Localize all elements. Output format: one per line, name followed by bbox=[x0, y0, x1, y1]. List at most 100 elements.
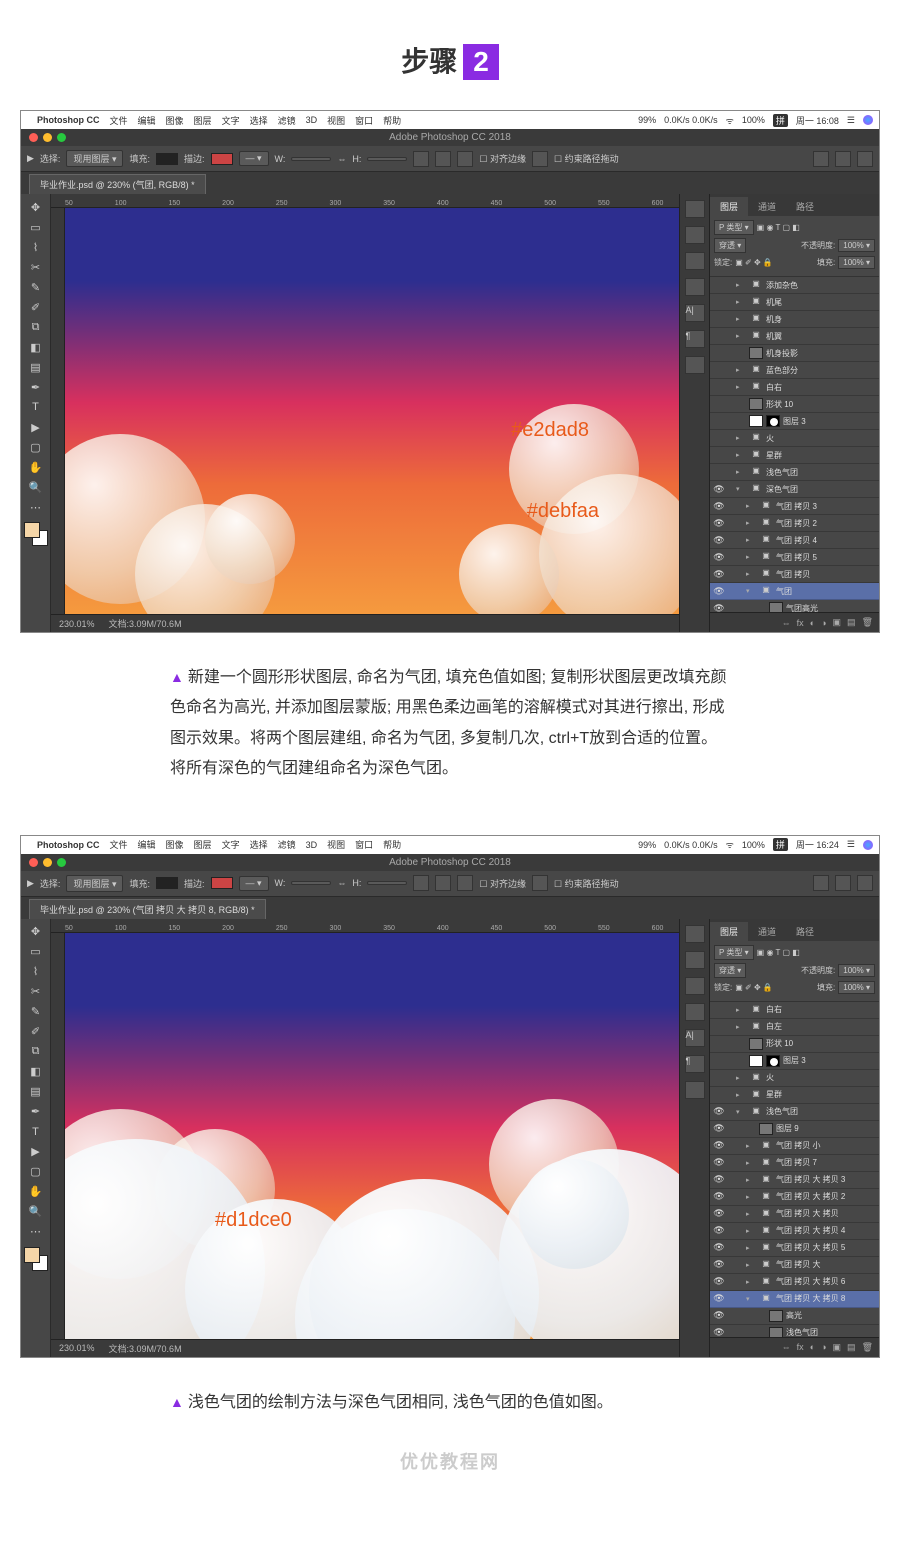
visibility-toggle[interactable]: 👁 bbox=[712, 365, 726, 376]
visibility-toggle[interactable]: 👁 bbox=[712, 1208, 726, 1219]
pathops-icon[interactable] bbox=[413, 875, 429, 891]
visibility-toggle[interactable]: 👁 bbox=[712, 1225, 726, 1236]
select-dropdown[interactable]: 现用图层 ▾ bbox=[66, 150, 123, 167]
layer-row[interactable]: 👁机身投影 bbox=[710, 345, 879, 362]
width-input[interactable] bbox=[291, 157, 331, 161]
disclosure-icon[interactable]: ▾ bbox=[736, 485, 746, 493]
brush-tool[interactable]: ✐ bbox=[25, 298, 47, 316]
layer-row[interactable]: 👁▸▣气团 拷贝 大 拷贝 5 bbox=[710, 1240, 879, 1257]
maximize-button[interactable] bbox=[57, 133, 66, 142]
search-icon[interactable]: ☰ bbox=[847, 839, 855, 850]
layer-row[interactable]: 👁▸▣机身 bbox=[710, 311, 879, 328]
layer-row[interactable]: 👁形状 10 bbox=[710, 396, 879, 413]
type-tool[interactable]: T bbox=[25, 398, 47, 416]
group-icon[interactable]: ▣ bbox=[833, 617, 842, 628]
disclosure-icon[interactable]: ▸ bbox=[746, 1278, 756, 1286]
constrain-checkbox[interactable]: ☐ 约束路径拖动 bbox=[554, 152, 619, 165]
minimize-button[interactable] bbox=[43, 133, 52, 142]
layer-row[interactable]: 👁▸▣白右 bbox=[710, 379, 879, 396]
disclosure-icon[interactable]: ▸ bbox=[736, 298, 746, 306]
swatches-icon[interactable] bbox=[685, 252, 705, 270]
visibility-toggle[interactable]: 👁 bbox=[712, 1157, 726, 1168]
pathops-icon[interactable] bbox=[413, 151, 429, 167]
stroke-width[interactable]: — ▾ bbox=[239, 876, 269, 891]
disclosure-icon[interactable]: ▸ bbox=[746, 1193, 756, 1201]
libraries-icon[interactable] bbox=[685, 356, 705, 374]
layer-row[interactable]: 👁▾▣气团 拷贝 大 拷贝 8 bbox=[710, 1291, 879, 1308]
disclosure-icon[interactable]: ▸ bbox=[746, 553, 756, 561]
eyedropper-tool[interactable]: ✎ bbox=[25, 278, 47, 296]
more-tools[interactable]: ⋯ bbox=[25, 1223, 47, 1241]
layer-row[interactable]: 👁▸▣气团 拷贝 大 bbox=[710, 1257, 879, 1274]
eraser-tool[interactable]: ◧ bbox=[25, 1063, 47, 1081]
disclosure-icon[interactable]: ▸ bbox=[736, 332, 746, 340]
siri-icon[interactable] bbox=[863, 840, 873, 850]
layer-row[interactable]: 👁▸▣蓝色部分 bbox=[710, 362, 879, 379]
trash-icon[interactable]: 🗑 bbox=[862, 617, 873, 628]
visibility-toggle[interactable]: 👁 bbox=[712, 552, 726, 563]
libraries-icon[interactable] bbox=[685, 1081, 705, 1099]
filter-icons[interactable]: ▣ ◉ T ▢ ◧ bbox=[757, 223, 800, 232]
layer-row[interactable]: 👁图层 9 bbox=[710, 1121, 879, 1138]
visibility-toggle[interactable]: 👁 bbox=[712, 1174, 726, 1185]
menu-3d[interactable]: 3D bbox=[306, 115, 318, 125]
visibility-toggle[interactable]: 👁 bbox=[712, 1072, 726, 1083]
layer-row[interactable]: 👁▸▣气团 拷贝 bbox=[710, 566, 879, 583]
visibility-toggle[interactable]: 👁 bbox=[712, 382, 726, 393]
new-layer-icon[interactable]: ▤ bbox=[847, 617, 856, 628]
visibility-toggle[interactable]: 👁 bbox=[712, 280, 726, 291]
fx-icon[interactable]: fx bbox=[797, 618, 804, 628]
height-input[interactable] bbox=[367, 157, 407, 161]
layer-row[interactable]: 👁▸▣火 bbox=[710, 430, 879, 447]
fill-swatch[interactable] bbox=[156, 877, 178, 889]
disclosure-icon[interactable]: ▾ bbox=[736, 1108, 746, 1116]
layer-row[interactable]: 👁浅色气团 bbox=[710, 1325, 879, 1337]
history-icon[interactable] bbox=[685, 925, 705, 943]
brush-tool[interactable]: ✐ bbox=[25, 1023, 47, 1041]
disclosure-icon[interactable]: ▾ bbox=[746, 1295, 756, 1303]
menu-select[interactable]: 选择 bbox=[250, 114, 268, 127]
gradient-tool[interactable]: ▤ bbox=[25, 358, 47, 376]
ime-badge[interactable]: 拼 bbox=[773, 838, 788, 851]
arrange-icon[interactable] bbox=[457, 151, 473, 167]
disclosure-icon[interactable]: ▸ bbox=[746, 1159, 756, 1167]
layer-row[interactable]: 👁▸▣气团 拷贝 2 bbox=[710, 515, 879, 532]
tab-channels[interactable]: 通道 bbox=[748, 197, 786, 216]
visibility-toggle[interactable]: 👁 bbox=[712, 1276, 726, 1287]
visibility-toggle[interactable]: 👁 bbox=[712, 1106, 726, 1117]
visibility-toggle[interactable]: 👁 bbox=[712, 518, 726, 529]
menu-edit[interactable]: 编辑 bbox=[138, 838, 156, 851]
layer-row[interactable]: 👁▸▣机翼 bbox=[710, 328, 879, 345]
minimize-button[interactable] bbox=[43, 858, 52, 867]
lock-icons[interactable]: ▣ ✐ ✥ 🔒 bbox=[735, 983, 773, 992]
constrain-checkbox[interactable]: ☐ 约束路径拖动 bbox=[554, 877, 619, 890]
menu-window[interactable]: 窗口 bbox=[355, 114, 373, 127]
adjustment-icon[interactable]: ◑ bbox=[821, 1342, 826, 1352]
visibility-toggle[interactable]: 👁 bbox=[712, 1123, 726, 1134]
menu-image[interactable]: 图像 bbox=[166, 114, 184, 127]
layer-row[interactable]: 👁▸▣白左 bbox=[710, 1019, 879, 1036]
mask-icon[interactable]: ◐ bbox=[810, 618, 815, 628]
disclosure-icon[interactable]: ▸ bbox=[746, 536, 756, 544]
layer-row[interactable]: 👁▸▣白右 bbox=[710, 1002, 879, 1019]
gradient-tool[interactable]: ▤ bbox=[25, 1083, 47, 1101]
layer-list[interactable]: 👁▸▣添加杂色👁▸▣机尾👁▸▣机身👁▸▣机翼👁机身投影👁▸▣蓝色部分👁▸▣白右👁… bbox=[710, 277, 879, 612]
disclosure-icon[interactable]: ▸ bbox=[746, 502, 756, 510]
visibility-toggle[interactable]: 👁 bbox=[712, 603, 726, 613]
disclosure-icon[interactable]: ▸ bbox=[736, 383, 746, 391]
menu-view[interactable]: 视图 bbox=[327, 838, 345, 851]
pen-tool[interactable]: ✒ bbox=[25, 378, 47, 396]
wifi-icon[interactable]: ᯤ bbox=[726, 114, 734, 127]
color-swatches[interactable] bbox=[24, 522, 48, 546]
opacity-value[interactable]: 100% ▾ bbox=[838, 964, 875, 977]
horizontal-ruler[interactable]: 50100150200250300350400450500550600 bbox=[51, 919, 679, 933]
visibility-toggle[interactable]: 👁 bbox=[712, 433, 726, 444]
menu-layer[interactable]: 图层 bbox=[194, 114, 212, 127]
visibility-toggle[interactable]: 👁 bbox=[712, 1310, 726, 1321]
adjustment-icon[interactable]: ◑ bbox=[821, 618, 826, 628]
layer-row[interactable]: 👁▸▣气团 拷贝 4 bbox=[710, 532, 879, 549]
fill-value[interactable]: 100% ▾ bbox=[838, 256, 875, 269]
layer-row[interactable]: 👁▾▣深色气团 bbox=[710, 481, 879, 498]
disclosure-icon[interactable]: ▸ bbox=[736, 1006, 746, 1014]
menu-image[interactable]: 图像 bbox=[166, 838, 184, 851]
